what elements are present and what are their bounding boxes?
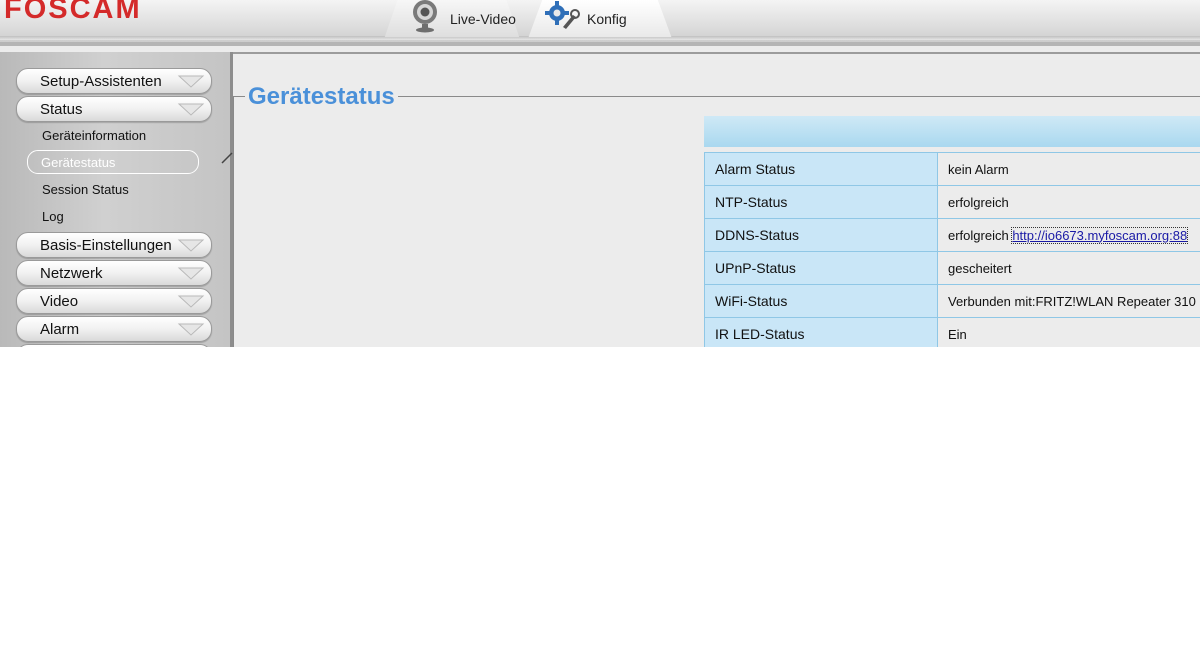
- chevron-down-icon: [177, 75, 205, 88]
- submenu-log[interactable]: Log: [42, 209, 64, 224]
- status-key: Alarm Status: [704, 152, 938, 186]
- table-row: Alarm Status kein Alarm: [704, 152, 1200, 186]
- header-divider-bottom: [0, 42, 1200, 46]
- chevron-down-icon: [177, 103, 205, 116]
- menu-label: Status: [40, 101, 83, 118]
- submenu-geraetestatus[interactable]: Gerätestatus: [27, 150, 199, 174]
- foscam-logo: FOSCAM: [4, 0, 142, 25]
- menu-video[interactable]: Video: [16, 288, 212, 314]
- table-row: NTP-Status erfolgreich: [704, 185, 1200, 219]
- table-row: IR LED-Status Ein: [704, 317, 1200, 347]
- menu-label: Video: [40, 293, 79, 310]
- sidebar: Setup-Assistenten Status Geräteinformati…: [0, 52, 230, 347]
- submenu-session-status[interactable]: Session Status: [42, 182, 129, 197]
- menu-alarm[interactable]: Alarm: [16, 316, 212, 342]
- submenu-geraeteinformation[interactable]: Geräteinformation: [42, 128, 146, 143]
- status-value: erfolgreich: [948, 227, 1009, 243]
- status-value-cell: erfolgreich http://io6673.myfoscam.org:8…: [937, 218, 1200, 252]
- tab-konfig[interactable]: Konfig: [515, 0, 685, 37]
- chevron-down-icon: [177, 295, 205, 308]
- ddns-link[interactable]: http://io6673.myfoscam.org:88: [1011, 226, 1189, 244]
- status-key: UPnP-Status: [704, 251, 938, 285]
- chevron-down-icon: [177, 323, 205, 336]
- main-content: Gerätestatus Alarm Status kein Alarm NTP…: [233, 52, 1200, 347]
- status-value: kein Alarm: [937, 152, 1200, 186]
- status-value: gescheitert: [937, 251, 1200, 285]
- menu-label: Alarm: [40, 321, 80, 338]
- tab-live-video[interactable]: Live-Video: [372, 0, 532, 37]
- table-header-bar: [704, 116, 1200, 147]
- header-bar: FOSCAM Live-Video Konfig: [0, 0, 1200, 46]
- table-row: UPnP-Status gescheitert: [704, 251, 1200, 285]
- tab-konfig-label: Konfig: [587, 10, 627, 27]
- settings-tools-icon: [545, 1, 581, 36]
- page-title: Gerätestatus: [245, 83, 398, 111]
- status-value: Verbunden mit:FRITZ!WLAN Repeater 310: [937, 284, 1200, 318]
- status-value: Ein: [937, 317, 1200, 347]
- chevron-down-icon: [177, 267, 205, 280]
- submenu-label: Gerätestatus: [41, 155, 116, 170]
- app-window: FOSCAM Live-Video Konfig Setup-Assistent…: [0, 0, 1200, 347]
- chevron-down-icon: [177, 239, 205, 252]
- selection-pointer-icon: [221, 152, 233, 164]
- menu-setup-assistenten[interactable]: Setup-Assistenten: [16, 68, 212, 94]
- menu-label: Basis-Einstellungen: [40, 237, 172, 254]
- content-top-line: [233, 52, 1200, 54]
- menu-label: Setup-Assistenten: [40, 73, 162, 90]
- menu-status[interactable]: Status: [16, 96, 212, 122]
- table-row: WiFi-Status Verbunden mit:FRITZ!WLAN Rep…: [704, 284, 1200, 318]
- webcam-icon: [410, 0, 440, 38]
- menu-netzwerk[interactable]: Netzwerk: [16, 260, 212, 286]
- status-key: NTP-Status: [704, 185, 938, 219]
- status-key: WiFi-Status: [704, 284, 938, 318]
- status-key: IR LED-Status: [704, 317, 938, 347]
- menu-basis-einstellungen[interactable]: Basis-Einstellungen: [16, 232, 212, 258]
- menu-label: Netzwerk: [40, 265, 103, 282]
- table-row: DDNS-Status erfolgreich http://io6673.my…: [704, 218, 1200, 252]
- menu-next-partial[interactable]: [16, 344, 212, 347]
- status-table: Alarm Status kein Alarm NTP-Status erfol…: [704, 152, 1200, 347]
- status-value: erfolgreich: [937, 185, 1200, 219]
- tab-live-video-label: Live-Video: [450, 10, 516, 27]
- fieldset-border-left: [233, 96, 234, 347]
- status-key: DDNS-Status: [704, 218, 938, 252]
